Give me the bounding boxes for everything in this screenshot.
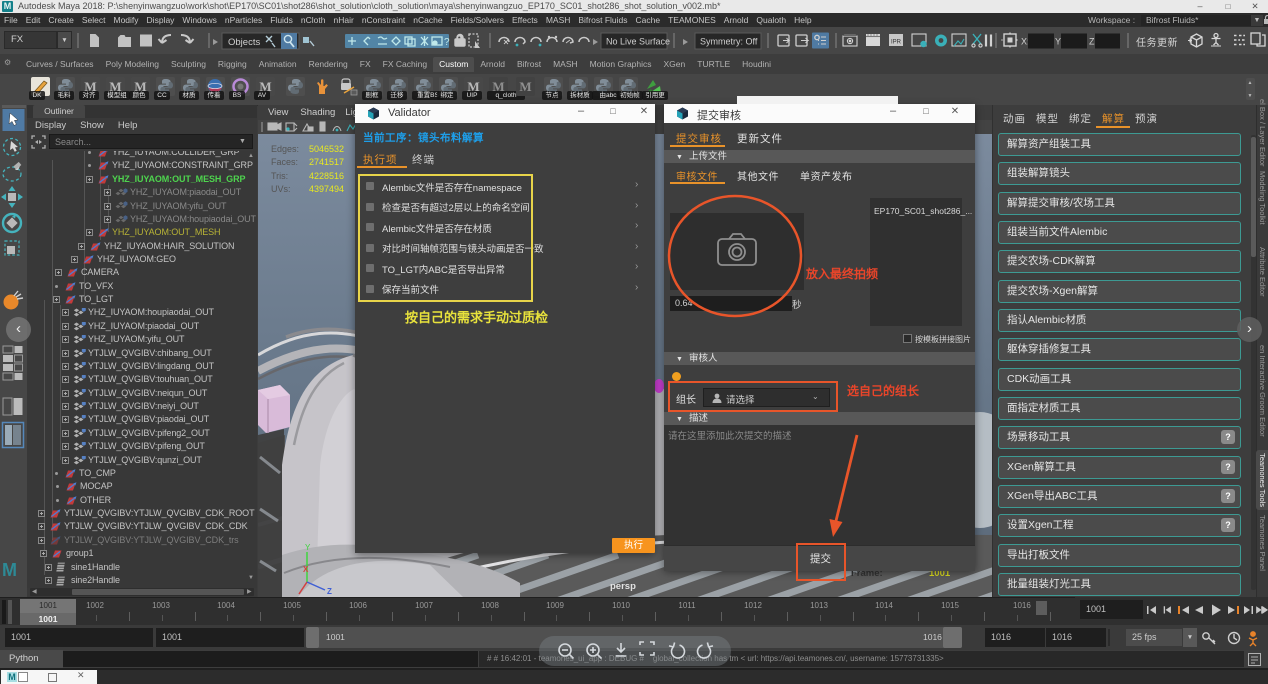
svg-text:M: M <box>2 560 17 580</box>
svg-text:Z: Z <box>327 587 332 596</box>
svg-text:UVs:: UVs: <box>271 184 291 194</box>
svg-text:Symmetry: Off: Symmetry: Off <box>700 37 758 47</box>
svg-text:IPR: IPR <box>891 40 902 46</box>
svg-text:4397494: 4397494 <box>309 184 344 194</box>
svg-text:Objects: Objects <box>228 37 260 48</box>
svg-text:?: ? <box>444 37 450 48</box>
svg-text:Y: Y <box>305 543 311 552</box>
svg-text:persp: persp <box>610 581 636 592</box>
svg-text:2741517: 2741517 <box>309 157 344 167</box>
svg-text:M: M <box>519 79 531 94</box>
svg-text:4228516: 4228516 <box>309 171 344 181</box>
svg-text:Tris:: Tris: <box>271 171 288 181</box>
svg-text:5046532: 5046532 <box>309 144 344 154</box>
svg-text:Edges:: Edges: <box>271 144 299 154</box>
svg-text:X: X <box>303 565 309 574</box>
svg-text:Faces:: Faces: <box>271 157 298 167</box>
svg-text:No Live Surface: No Live Surface <box>606 37 670 47</box>
